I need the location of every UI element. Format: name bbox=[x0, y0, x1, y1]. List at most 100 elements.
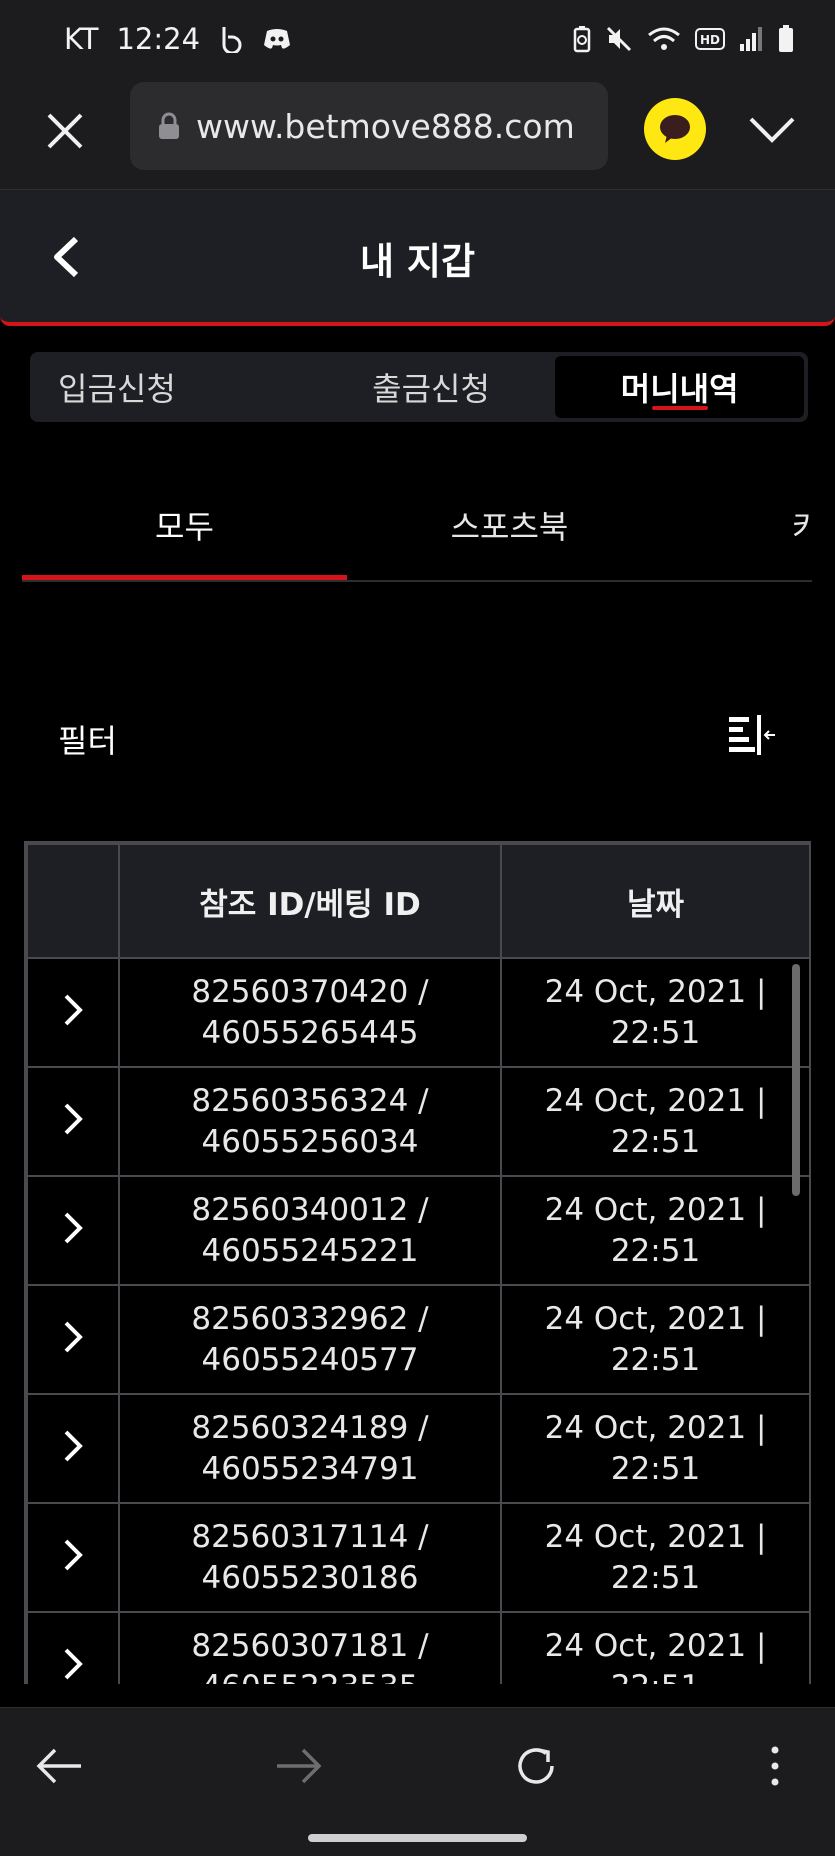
date-cell: 24 Oct, 2021 | 22:51 bbox=[500, 1502, 809, 1613]
table-row[interactable]: 82560307181 / 46055223535 24 Oct, 2021 | 2… bbox=[26, 1611, 809, 1685]
table-header-row: 참조 ID/베팅 ID 날짜 bbox=[26, 843, 809, 959]
battery-icon bbox=[777, 24, 795, 54]
hd-icon: HD bbox=[695, 27, 725, 51]
kakao-talk-button[interactable] bbox=[644, 98, 706, 160]
filter-label: 필터 bbox=[58, 722, 117, 760]
tab-label: 스포츠북 bbox=[450, 508, 569, 546]
filter-collapse-icon bbox=[729, 715, 775, 755]
date: 24 Oct, 2021 | bbox=[544, 1191, 767, 1228]
forward-arrow-icon bbox=[277, 1748, 322, 1784]
expand-row-button[interactable] bbox=[26, 1175, 120, 1286]
browser-bottom-nav bbox=[0, 1707, 835, 1822]
expand-row-button[interactable] bbox=[26, 1066, 120, 1177]
time: 22:51 bbox=[610, 1123, 701, 1160]
date: 24 Oct, 2021 | bbox=[544, 1082, 767, 1119]
ref-id-cell: 82560317114 / 46055230186 bbox=[118, 1502, 502, 1613]
ref-id: 82560370420 / bbox=[191, 973, 429, 1010]
home-pill[interactable] bbox=[308, 1834, 527, 1842]
table-scrollbar[interactable] bbox=[792, 964, 800, 1196]
expand-row-button[interactable] bbox=[26, 1393, 120, 1504]
more-menu-button[interactable] bbox=[745, 1736, 805, 1796]
tab-label: 카 bbox=[792, 502, 812, 548]
table-row[interactable]: 82560332962 /46055240577 24 Oct, 2021 | 2… bbox=[26, 1284, 809, 1395]
chevron-right-icon bbox=[53, 1205, 93, 1251]
date-cell: 24 Oct, 2021 | 22:51 bbox=[500, 957, 809, 1068]
expand-row-button[interactable] bbox=[26, 1611, 120, 1685]
chevron-right-icon bbox=[53, 1423, 93, 1469]
tab-all[interactable]: 모두 bbox=[22, 470, 347, 580]
time: 22:51 bbox=[502, 1667, 809, 1685]
tab-label: 모두 bbox=[155, 508, 214, 546]
time: 22:51 bbox=[610, 1014, 701, 1051]
ref-id: 82560340012 / bbox=[191, 1191, 429, 1228]
address-bar[interactable]: www.betmove888.com bbox=[130, 82, 608, 170]
date: 24 Oct, 2021 | bbox=[544, 1627, 767, 1664]
signal-icon bbox=[739, 26, 763, 52]
back-button[interactable] bbox=[44, 232, 88, 282]
table-row[interactable]: 82560317114 /46055230186 24 Oct, 2021 | 2… bbox=[26, 1502, 809, 1613]
home-indicator-bar bbox=[0, 1822, 835, 1856]
header-date: 날짜 bbox=[500, 843, 809, 959]
chevron-right-icon bbox=[53, 1314, 93, 1360]
ref-id-cell: 82560324189 / 46055234791 bbox=[118, 1393, 502, 1504]
date: 24 Oct, 2021 | bbox=[544, 973, 767, 1010]
ref-id-cell: 82560332962 / 46055240577 bbox=[118, 1284, 502, 1395]
kakao-talk-icon bbox=[660, 115, 690, 143]
bet-id: 46055223535 bbox=[120, 1667, 500, 1685]
svg-text:HD: HD bbox=[700, 33, 720, 47]
back-nav-button[interactable] bbox=[30, 1736, 90, 1796]
date-cell: 24 Oct, 2021 | 22:51 bbox=[500, 1284, 809, 1395]
app-screen: KT 12:24 HD www.betmove888.com 내 지갑 입금신청… bbox=[0, 0, 835, 1856]
tab-casino[interactable]: 카 bbox=[672, 470, 812, 580]
filter-toggle-button[interactable] bbox=[724, 710, 780, 760]
time: 22:51 bbox=[610, 1341, 701, 1378]
table-row[interactable]: 82560370420 /46055265445 24 Oct, 2021 | 2… bbox=[26, 957, 809, 1068]
forward-nav-button[interactable] bbox=[268, 1736, 328, 1796]
chevron-down-icon bbox=[749, 117, 795, 143]
page-header: 내 지갑 bbox=[0, 190, 835, 326]
battery-saver-icon bbox=[573, 25, 591, 53]
reload-button[interactable] bbox=[506, 1736, 566, 1796]
ref-id: 82560332962 / bbox=[191, 1300, 429, 1337]
mute-icon bbox=[605, 25, 633, 53]
expand-row-button[interactable] bbox=[26, 1502, 120, 1613]
chevron-right-icon bbox=[53, 987, 93, 1033]
ref-id-cell: 82560307181 / 46055223535 bbox=[118, 1611, 502, 1685]
bet-id: 46055256034 bbox=[201, 1123, 419, 1160]
table-row[interactable]: 82560356324 / 46055256034 24 Oct, 2021 | 2… bbox=[26, 1066, 809, 1177]
ref-id: 82560356324 / bbox=[191, 1082, 429, 1119]
tab-deposit-request[interactable]: 입금신청 bbox=[34, 356, 307, 418]
table-row[interactable]: 82560324189 /46055234791 24 Oct, 2021 | 2… bbox=[26, 1393, 809, 1504]
expand-row-button[interactable] bbox=[26, 957, 120, 1068]
wallet-tabs: 입금신청 출금신청 머니내역 bbox=[30, 352, 808, 422]
bet-id: 46055240577 bbox=[201, 1341, 419, 1378]
ref-id: 82560307181 / bbox=[191, 1627, 429, 1664]
date: 24 Oct, 2021 | bbox=[544, 1300, 767, 1337]
url-text: www.betmove888.com bbox=[196, 106, 575, 146]
tab-money-history[interactable]: 머니내역 bbox=[555, 356, 805, 418]
discord-icon bbox=[262, 27, 292, 51]
ref-id: 82560317114 / bbox=[191, 1518, 429, 1555]
close-icon bbox=[47, 113, 83, 149]
browser-menu-button[interactable] bbox=[744, 102, 800, 158]
tab-label: 입금신청 bbox=[58, 370, 176, 408]
time: 22:51 bbox=[610, 1559, 701, 1596]
chevron-right-icon bbox=[53, 1532, 93, 1578]
reload-icon bbox=[518, 1748, 554, 1784]
expand-row-button[interactable] bbox=[26, 1284, 120, 1395]
time: 22:51 bbox=[610, 1450, 701, 1487]
tab-label: 출금신청 bbox=[372, 370, 490, 408]
page-title: 내 지갑 bbox=[359, 240, 475, 283]
table-row[interactable]: 82560340012 /46055245221 24 Oct, 2021 | 2… bbox=[26, 1175, 809, 1286]
status-bar: KT 12:24 HD bbox=[0, 0, 835, 78]
tab-sportsbook[interactable]: 스포츠북 bbox=[347, 470, 672, 580]
chevron-left-icon bbox=[54, 236, 79, 278]
chevron-right-icon bbox=[53, 1641, 93, 1685]
close-button[interactable] bbox=[40, 106, 90, 156]
active-tab-underline bbox=[651, 406, 708, 410]
ref-id-cell: 82560370420 / 46055265445 bbox=[118, 957, 502, 1068]
ref-id-cell: 82560356324 / 46055256034 bbox=[118, 1066, 502, 1177]
header-expand bbox=[26, 843, 120, 959]
tab-withdraw-request[interactable]: 출금신청 bbox=[307, 356, 556, 418]
carrier-label: KT bbox=[64, 22, 99, 56]
